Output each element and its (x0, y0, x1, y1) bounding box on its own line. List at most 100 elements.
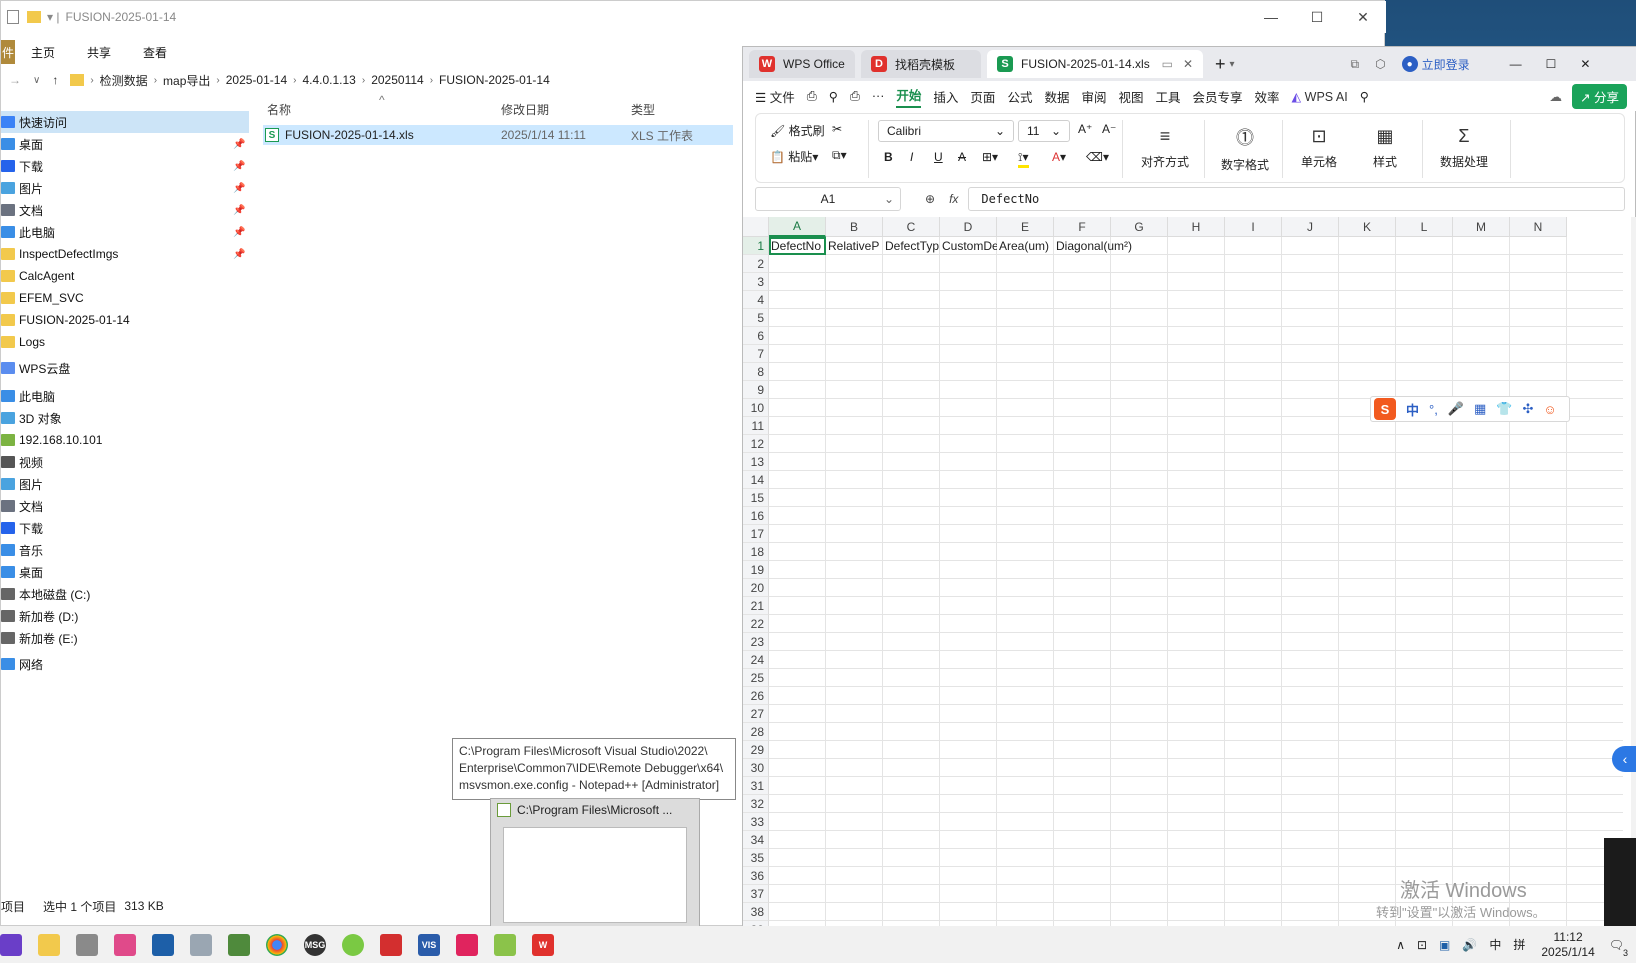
clock[interactable]: 11:12 2025/1/14 (1541, 930, 1594, 960)
column-header[interactable]: M (1453, 217, 1510, 237)
vertical-scrollbar[interactable] (1631, 217, 1636, 941)
nav-item[interactable]: 新加卷 (E:) (1, 627, 249, 649)
column-header[interactable]: D (940, 217, 997, 237)
tab-file[interactable]: 件 (1, 40, 15, 64)
tab-spreadsheet[interactable]: S FUSION-2025-01-14.xls ▭ ✕ (987, 50, 1203, 78)
row-header[interactable]: 17 (743, 525, 769, 543)
column-header[interactable]: E (997, 217, 1054, 237)
breadcrumb-item[interactable]: 2025-01-14 (226, 73, 287, 87)
window-layout-icon[interactable]: ⧉ (1351, 57, 1360, 72)
row-header[interactable]: 23 (743, 633, 769, 651)
menu-home[interactable]: 开始 (896, 85, 922, 108)
nav-item[interactable]: 桌面 📌 (1, 133, 249, 155)
app-icon[interactable] (228, 933, 250, 956)
nav-item[interactable]: InspectDefectImgs 📌 (1, 243, 249, 265)
menu-member[interactable]: 会员专享 (1193, 87, 1243, 106)
copy-icon[interactable]: ⧉▾ (832, 148, 847, 163)
notepad-thumbnail[interactable]: C:\Program Files\Microsoft ... (490, 798, 700, 928)
close-button[interactable]: ✕ (1580, 57, 1590, 71)
msg-icon[interactable]: MSG (304, 933, 326, 956)
close-button[interactable]: ✕ (1340, 1, 1386, 33)
format-painter-button[interactable]: 🖌 格式刷 (770, 122, 825, 139)
row-header[interactable]: 30 (743, 759, 769, 777)
menu-review[interactable]: 审阅 (1081, 87, 1106, 106)
column-header[interactable]: N (1510, 217, 1567, 237)
nav-item[interactable]: WPS云盘 (1, 357, 249, 379)
row-header[interactable]: 22 (743, 615, 769, 633)
more-icon[interactable]: ··· (872, 89, 885, 103)
nav-item[interactable]: 桌面 (1, 561, 249, 583)
tab-restore-icon[interactable]: ▭ (1162, 57, 1173, 71)
tab-view[interactable]: 查看 (127, 44, 183, 61)
zoom-icon[interactable]: ⊕ (925, 192, 935, 206)
save-icon[interactable]: ⎙ (807, 89, 817, 104)
row-header[interactable]: 7 (743, 345, 769, 363)
ime-toolbar[interactable]: S 中 °, 🎤 ▦ 👕 ✣ ☺ (1370, 396, 1570, 422)
increase-font-icon[interactable]: A⁺ (1078, 122, 1092, 136)
login-link[interactable]: 立即登录 (1422, 56, 1470, 73)
maximize-button[interactable]: ☐ (1546, 57, 1557, 71)
nav-item[interactable]: 192.168.10.101 (1, 429, 249, 451)
row-header[interactable]: 28 (743, 723, 769, 741)
row-header[interactable]: 19 (743, 561, 769, 579)
row-header[interactable]: 35 (743, 849, 769, 867)
tab-home[interactable]: 主页 (15, 44, 71, 61)
name-box[interactable]: A1 ⌄ (755, 187, 901, 211)
nav-item[interactable]: CalcAgent (1, 265, 249, 287)
nav-item[interactable]: 网络 (1, 653, 249, 675)
row-header[interactable]: 13 (743, 453, 769, 471)
visio-icon[interactable]: VIS (418, 933, 440, 956)
input-layout-indicator[interactable]: 拼 (1513, 936, 1525, 953)
row-header[interactable]: 3 (743, 273, 769, 291)
nav-item[interactable]: 此电脑 (1, 385, 249, 407)
tab-list-dropdown-icon[interactable]: ▾ (1230, 59, 1235, 70)
app-icon[interactable] (456, 933, 478, 956)
tray-expand-icon[interactable]: ∧ (1396, 938, 1405, 952)
app-icon[interactable] (76, 933, 98, 956)
up-icon[interactable]: ↑ (52, 73, 58, 87)
row-header[interactable]: 1 (743, 237, 769, 255)
row-header[interactable]: 10 (743, 399, 769, 417)
link-icon[interactable]: ⚲ (829, 89, 838, 104)
column-header[interactable]: B (826, 217, 883, 237)
pin-icon[interactable]: 📌 (233, 139, 245, 150)
side-panel-toggle[interactable]: ‹ (1612, 746, 1636, 772)
breadcrumb-item[interactable]: 20250114 (371, 73, 424, 87)
select-all-corner[interactable] (743, 217, 769, 237)
print-icon[interactable]: ⎙ (850, 89, 860, 104)
row-header[interactable]: 32 (743, 795, 769, 813)
recent-dropdown-icon[interactable]: ∨ (33, 75, 40, 86)
nav-item[interactable]: 文档 📌 (1, 199, 249, 221)
tab-docer-templates[interactable]: D 找稻壳模板 (861, 50, 981, 78)
fill-color-icon[interactable]: ⟟▾ (1018, 150, 1029, 168)
spreadsheet-grid[interactable]: A B C D E F G H I J K L M N 1 2 3 4 5 6 7 8 9 10 11 12 13 14 15 16 17 1… (743, 217, 1623, 941)
border-icon[interactable]: ⊞▾ (982, 150, 998, 164)
bold-icon[interactable]: B (884, 150, 893, 164)
row-header[interactable]: 20 (743, 579, 769, 597)
punctuation-icon[interactable]: °, (1429, 402, 1438, 417)
fx-icon[interactable]: fx (949, 192, 958, 206)
row-header[interactable]: 6 (743, 327, 769, 345)
nav-item[interactable]: 3D 对象 (1, 407, 249, 429)
row-header[interactable]: 12 (743, 435, 769, 453)
pin-icon[interactable]: 📌 (233, 161, 245, 172)
row-header[interactable]: 4 (743, 291, 769, 309)
nav-item[interactable]: 音乐 (1, 539, 249, 561)
column-type[interactable]: 类型 (631, 101, 655, 118)
menu-page[interactable]: 页面 (970, 87, 995, 106)
sogou-icon[interactable]: S (1374, 398, 1396, 420)
notification-icon[interactable]: 🗨 3 (1609, 938, 1628, 958)
tab-share[interactable]: 共享 (71, 44, 127, 61)
row-header[interactable]: 15 (743, 489, 769, 507)
cell[interactable]: RelativeP (826, 237, 883, 255)
row-header[interactable]: 33 (743, 813, 769, 831)
column-header[interactable]: F (1054, 217, 1111, 237)
cell[interactable]: Diagonal(um²) (1054, 237, 1168, 255)
breadcrumb-item[interactable]: map导出 (163, 72, 210, 89)
address-bar[interactable]: → ∨ ↑ › 检测数据 › map导出 › 2025-01-14 › 4.4.… (1, 67, 761, 93)
nav-item[interactable]: Logs (1, 331, 249, 353)
cell[interactable]: Area(um) (997, 237, 1054, 255)
column-modified[interactable]: 修改日期 (501, 101, 549, 118)
chrome-icon[interactable] (266, 933, 288, 956)
quick-access-dropdown-icon[interactable]: ▾ | (47, 10, 59, 24)
